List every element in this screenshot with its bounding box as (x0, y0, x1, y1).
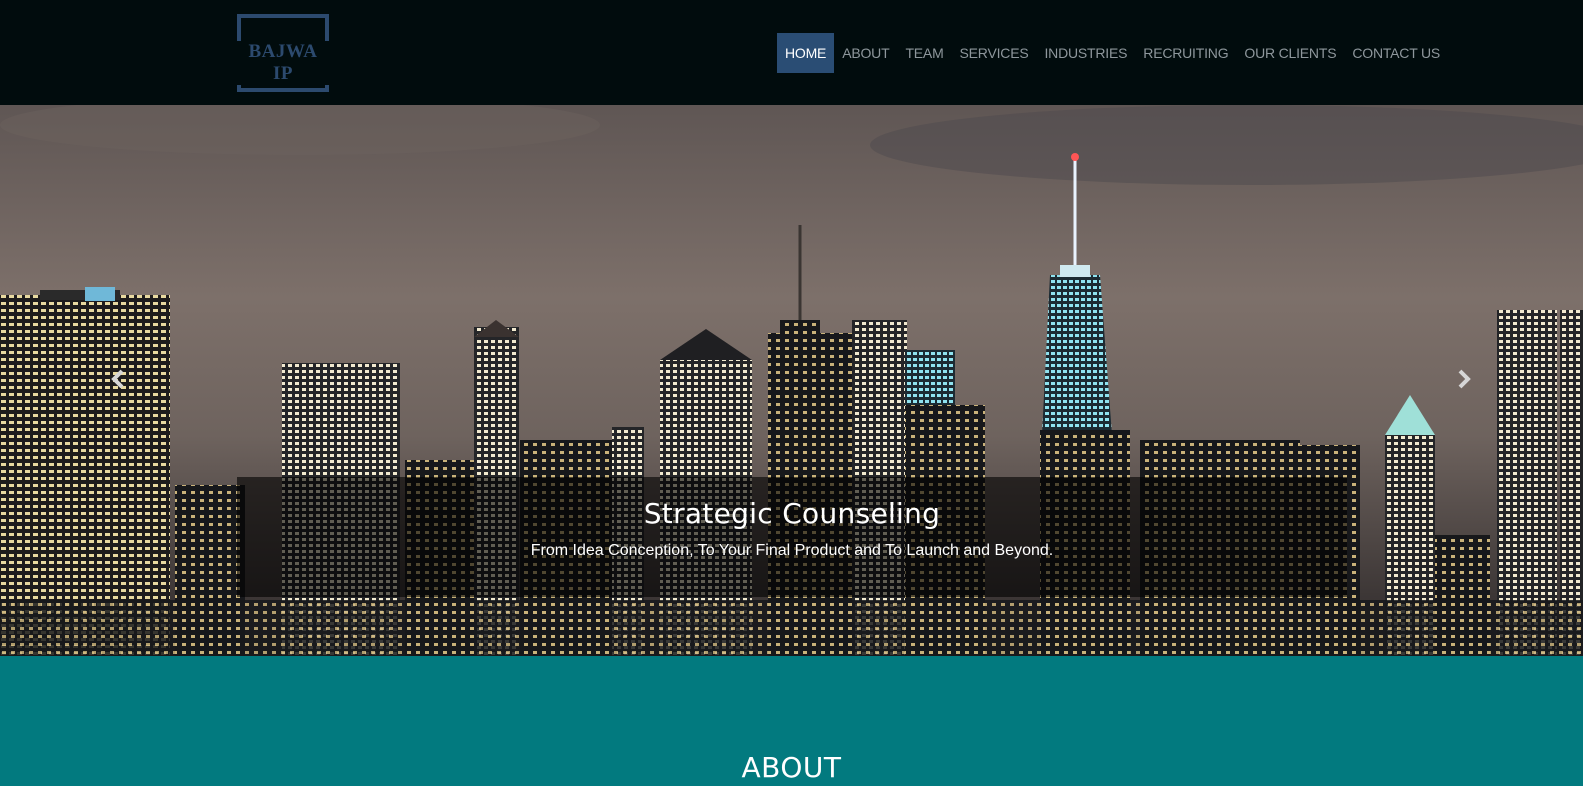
about-heading: ABOUT (741, 751, 842, 784)
caption-text: From Idea Conception, To Your Final Prod… (530, 542, 1054, 559)
chevron-left-icon (111, 369, 124, 389)
nav-item-industries[interactable]: INDUSTRIES (1036, 33, 1135, 73)
brand-logo[interactable]: BAJWA IP (237, 14, 329, 92)
carousel-next-button[interactable] (1452, 367, 1476, 391)
nav-item-home[interactable]: HOME (777, 33, 835, 73)
nav-item-services[interactable]: SERVICES (952, 33, 1037, 73)
navbar: BAJWA IP HOME ABOUT TEAM SERVICES INDUST… (0, 0, 1583, 105)
chevron-right-icon (1458, 369, 1471, 389)
hero-carousel: Strategic Counseling From Idea Conceptio… (0, 105, 1583, 656)
main-nav: HOME ABOUT TEAM SERVICES INDUSTRIES RECR… (777, 33, 1448, 73)
about-section: ABOUT (0, 656, 1583, 786)
nav-item-contact-us[interactable]: CONTACT US (1344, 33, 1448, 73)
carousel-caption: Strategic Counseling From Idea Conceptio… (237, 477, 1347, 597)
carousel-prev-button[interactable] (106, 367, 130, 391)
logo-text: BAJWA IP (237, 41, 329, 85)
caption-title: Strategic Counseling (643, 497, 941, 530)
nav-item-recruiting[interactable]: RECRUITING (1135, 33, 1236, 73)
nav-item-our-clients[interactable]: OUR CLIENTS (1236, 33, 1344, 73)
nav-item-team[interactable]: TEAM (897, 33, 951, 73)
nav-item-about[interactable]: ABOUT (834, 33, 897, 73)
